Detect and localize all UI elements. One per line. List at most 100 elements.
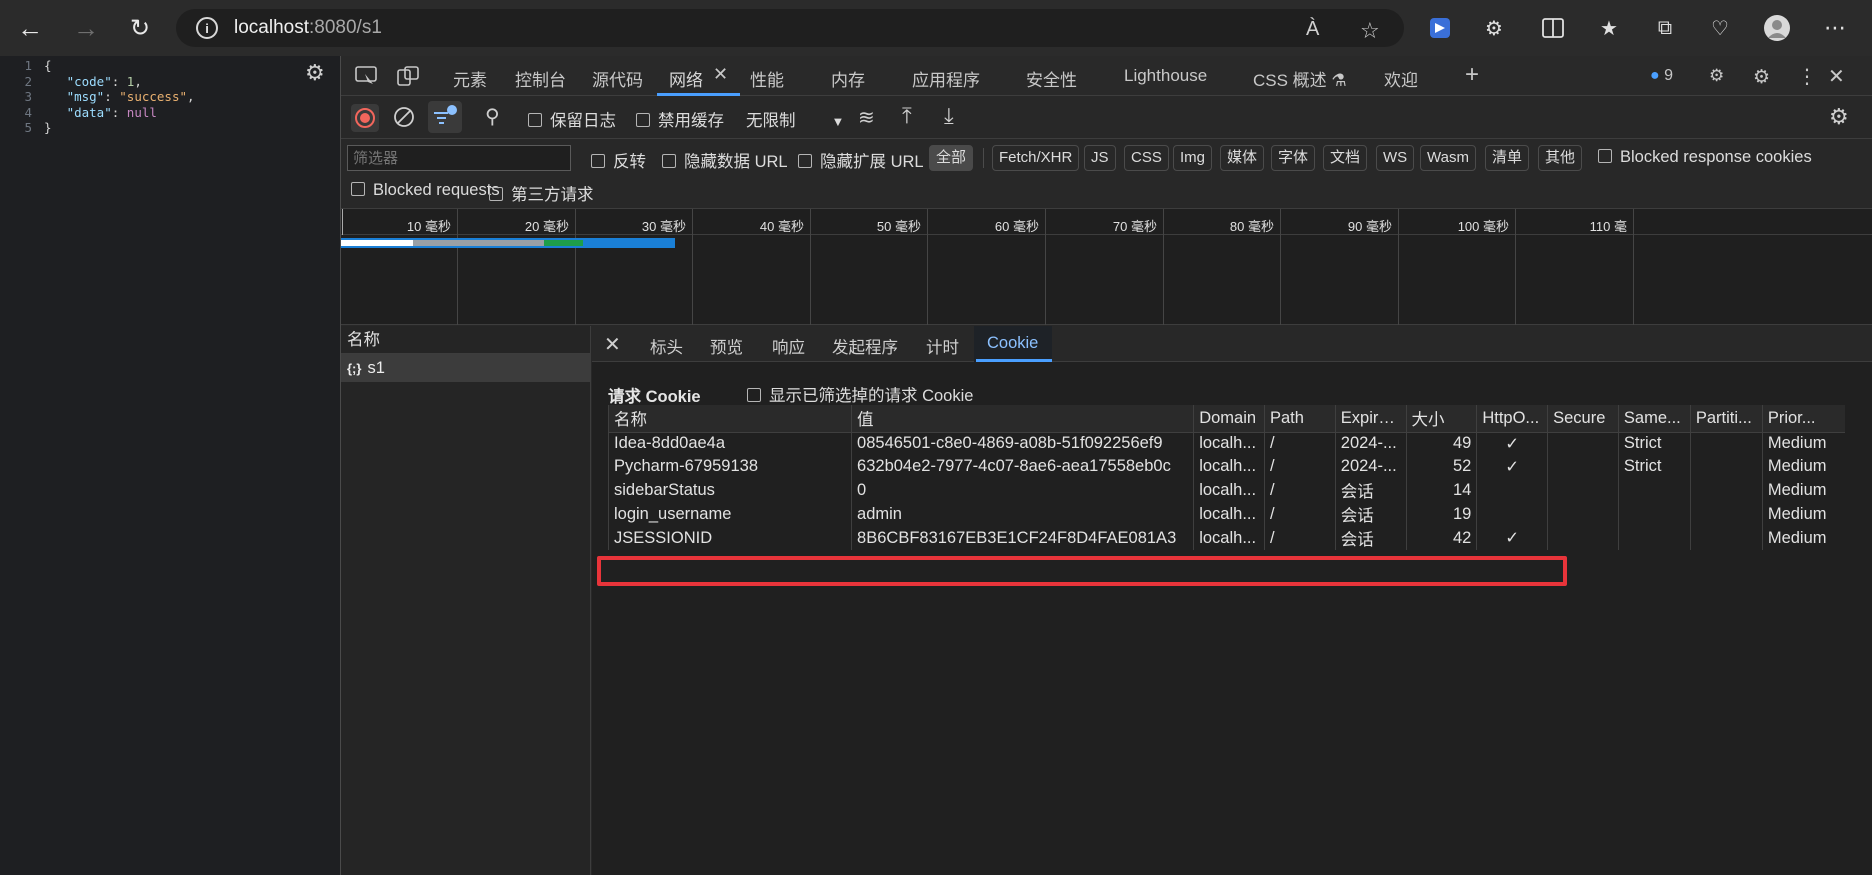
column-header[interactable]: Partiti... — [1689, 405, 1763, 433]
tab-initiator[interactable]: 发起程序 — [832, 334, 898, 358]
favorites-icon[interactable]: ★ — [1595, 14, 1623, 42]
type-filter-all[interactable]: 全部 — [929, 145, 974, 171]
tab-welcome[interactable]: 欢迎 — [1384, 66, 1418, 91]
column-header[interactable]: Same... — [1617, 405, 1691, 433]
browser-essentials-icon[interactable]: ♡ — [1706, 14, 1734, 42]
record-button[interactable] — [351, 104, 379, 132]
back-button[interactable]: ← — [12, 10, 48, 46]
collections-icon[interactable]: ⧉ — [1651, 14, 1679, 42]
search-icon[interactable]: ⚲ — [485, 104, 500, 129]
tab-cookie[interactable]: Cookie — [987, 334, 1038, 353]
refresh-button[interactable]: ↻ — [122, 10, 158, 46]
cookie-row[interactable]: Pycharm-67959138 632b04e2-7977-4c07-8ae6-… — [607, 455, 1845, 478]
throttle-select[interactable]: 无限制 ▼ — [746, 107, 844, 131]
site-info-icon[interactable]: i — [196, 17, 218, 39]
tab-elements[interactable]: 元素 — [453, 66, 487, 91]
cookie-row[interactable]: JSESSIONID 8B6CBF83167EB3E1CF24F8D4FAE081… — [607, 526, 1845, 550]
import-har-icon[interactable]: ⤒ — [902, 103, 912, 129]
request-waterfall-bar[interactable] — [341, 238, 675, 248]
device-emulation-icon[interactable] — [397, 66, 419, 91]
preserve-log-box[interactable] — [528, 113, 542, 127]
export-har-icon[interactable]: ⤓ — [944, 103, 954, 129]
tab-network[interactable]: 网络 — [669, 66, 703, 91]
cookie-row[interactable]: login_username admin localh... / 会话 19 Medium — [607, 502, 1845, 526]
column-header[interactable]: Domain — [1193, 405, 1265, 433]
type-filter-font[interactable]: 字体 — [1271, 145, 1316, 171]
tab-security[interactable]: 安全性 — [1026, 66, 1077, 91]
close-devtools-icon[interactable]: ✕ — [1828, 64, 1845, 89]
extension-icon[interactable] — [1426, 14, 1454, 42]
type-filter-img[interactable]: Img — [1173, 145, 1213, 171]
disable-cache-checkbox[interactable]: 禁用缓存 — [636, 107, 724, 131]
column-header[interactable]: Secure — [1547, 405, 1619, 433]
tab-performance[interactable]: 性能 — [750, 66, 784, 91]
clear-icon[interactable] — [392, 105, 416, 134]
page-settings-gear-icon[interactable]: ⚙ — [305, 60, 325, 86]
disable-cache-box[interactable] — [636, 113, 650, 127]
column-header[interactable]: 值 — [851, 405, 1194, 433]
type-filter-media[interactable]: 媒体 — [1220, 145, 1265, 171]
blocked-requests-checkbox[interactable]: Blocked requests — [351, 181, 500, 200]
column-header[interactable]: Prior... — [1761, 405, 1845, 433]
favorite-star-icon[interactable]: ☆ — [1360, 18, 1380, 44]
tab-console[interactable]: 控制台 — [515, 66, 566, 91]
device-inspect-icon[interactable] — [355, 66, 377, 91]
invert-box[interactable] — [591, 154, 605, 168]
request-row-s1[interactable]: {;} s1 — [341, 354, 590, 382]
issues-badge[interactable]: ● 9 — [1650, 67, 1673, 85]
cookie-row[interactable]: Idea-8dd0ae4a 08546501-c8e0-4869-a08b-51f… — [607, 432, 1845, 455]
forward-button[interactable]: → — [68, 10, 104, 46]
third-party-checkbox[interactable]: 第三方请求 — [489, 181, 594, 205]
type-filter-fetch-xhr[interactable]: Fetch/XHR — [992, 145, 1080, 171]
close-detail-icon[interactable]: ✕ — [604, 332, 621, 357]
filter-input[interactable] — [347, 145, 571, 171]
third-party-box[interactable] — [489, 187, 503, 201]
show-filtered-cookies-box[interactable] — [747, 388, 761, 402]
tab-sources[interactable]: 源代码 — [592, 66, 643, 91]
network-conditions-icon[interactable]: ≋ — [858, 105, 875, 130]
column-header[interactable]: Expire... — [1334, 405, 1407, 433]
invert-checkbox[interactable]: 反转 — [591, 148, 646, 172]
hide-data-url-box[interactable] — [662, 154, 676, 168]
show-filtered-cookies-checkbox[interactable]: 显示已筛选掉的请求 Cookie — [747, 382, 973, 406]
blocked-response-cookies-checkbox[interactable]: Blocked response cookies — [1598, 148, 1812, 167]
tab-application[interactable]: 应用程序 — [912, 66, 980, 91]
cookie-row[interactable]: sidebarStatus 0 localh... / 会话 14 Medium — [607, 478, 1845, 502]
network-settings-icon[interactable]: ⚙ — [1829, 104, 1849, 130]
type-filter-doc[interactable]: 文档 — [1323, 145, 1368, 171]
type-filter-manifest[interactable]: 清单 — [1485, 145, 1530, 171]
tab-timing[interactable]: 计时 — [926, 334, 959, 358]
column-header[interactable]: Path — [1263, 405, 1336, 433]
close-network-tab-icon[interactable]: ✕ — [713, 64, 728, 85]
address-bar[interactable]: i localhost:8080/s1 À ☆ — [176, 9, 1404, 47]
type-filter-ws[interactable]: WS — [1376, 145, 1415, 171]
add-tab-icon[interactable]: + — [1465, 61, 1479, 89]
tab-preview[interactable]: 预览 — [710, 334, 743, 358]
type-filter-other[interactable]: 其他 — [1538, 145, 1583, 171]
devtools-settings-icon[interactable]: ⚙ — [1753, 66, 1770, 89]
customize-icon[interactable]: ⚙ — [1709, 66, 1724, 86]
hide-extension-url-checkbox[interactable]: 隐藏扩展 URL — [798, 148, 924, 172]
tab-css-overview[interactable]: CSS 概述 ⚗ — [1253, 66, 1347, 91]
read-aloud-icon[interactable]: À — [1306, 18, 1319, 41]
more-menu-icon[interactable]: ⋯ — [1821, 14, 1849, 42]
column-header[interactable]: 大小 — [1405, 405, 1477, 433]
type-filter-wasm[interactable]: Wasm — [1420, 145, 1476, 171]
blocked-requests-box[interactable] — [351, 182, 365, 196]
hide-data-url-checkbox[interactable]: 隐藏数据 URL — [662, 148, 788, 172]
hide-extension-url-box[interactable] — [798, 154, 812, 168]
type-filter-js[interactable]: JS — [1084, 145, 1116, 171]
filter-toggle-icon[interactable] — [428, 101, 462, 133]
extensions-puzzle-icon[interactable]: ⚙ — [1480, 14, 1508, 42]
tab-response[interactable]: 响应 — [772, 334, 805, 358]
tab-lighthouse[interactable]: Lighthouse — [1124, 66, 1207, 86]
tab-headers[interactable]: 标头 — [650, 334, 683, 358]
blocked-response-cookies-box[interactable] — [1598, 149, 1612, 163]
column-header[interactable]: 名称 — [607, 405, 852, 433]
tab-memory[interactable]: 内存 — [831, 66, 865, 91]
column-header[interactable]: HttpO... — [1476, 405, 1548, 433]
devtools-more-icon[interactable]: ⋮ — [1797, 64, 1817, 89]
address-url[interactable]: localhost:8080/s1 — [234, 17, 382, 39]
preserve-log-checkbox[interactable]: 保留日志 — [528, 107, 616, 131]
profile-avatar[interactable] — [1763, 14, 1791, 42]
